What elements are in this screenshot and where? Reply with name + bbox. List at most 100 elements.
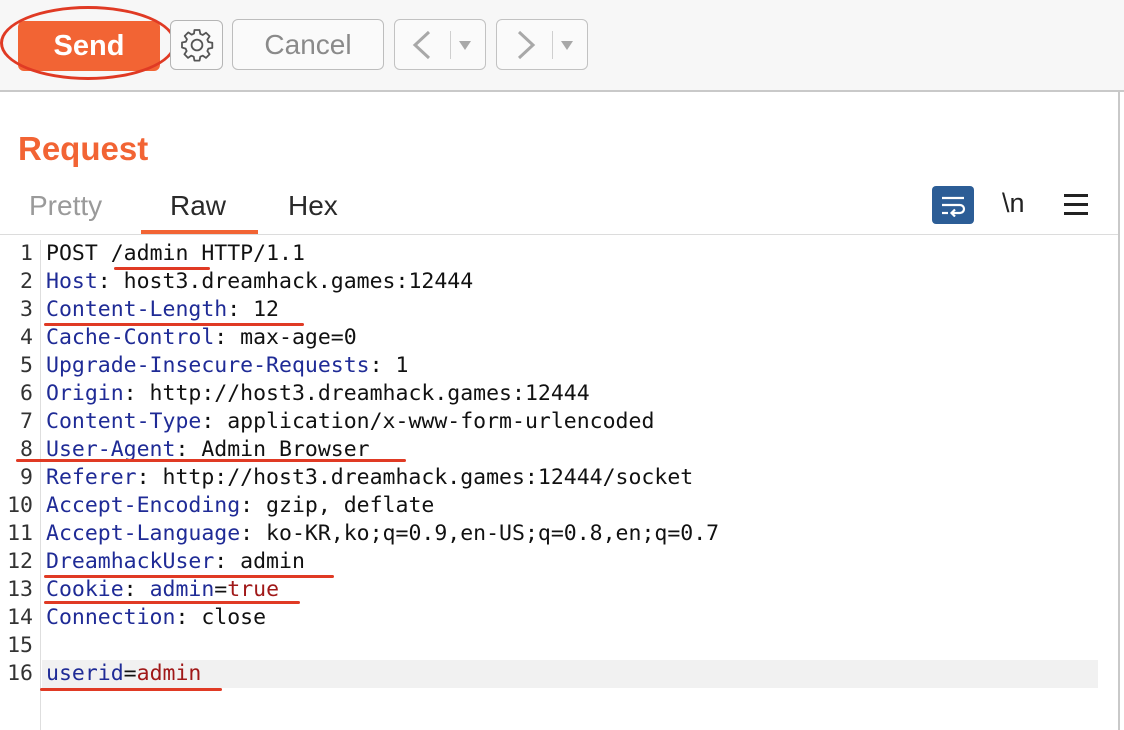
token-text: HTTP/1.1: [188, 241, 305, 266]
tab-hex[interactable]: Hex: [288, 190, 338, 222]
line-number: 3: [20, 297, 33, 322]
line-content: POST /admin HTTP/1.1: [46, 240, 305, 268]
code-line[interactable]: 12 DreamhackUser: admin: [0, 548, 1118, 576]
code-line[interactable]: 2 Host: host3.dreamhack.games:12444: [0, 268, 1118, 296]
code-line[interactable]: 13 Cookie: admin=true: [0, 576, 1118, 604]
wrap-lines-icon: [942, 196, 966, 217]
gear-icon: [180, 29, 213, 62]
token-name: Referer: [46, 465, 137, 490]
annotation-underline: [44, 323, 304, 326]
code-line[interactable]: 14 Connection: close: [0, 604, 1118, 632]
line-content: Origin: http://host3.dreamhack.games:124…: [46, 380, 590, 408]
request-title: Request: [18, 130, 149, 167]
code-line[interactable]: 1 POST /admin HTTP/1.1: [0, 240, 1118, 268]
line-content: Accept-Encoding: gzip, deflate: [46, 492, 434, 520]
line-content: Content-Length: 12: [46, 296, 279, 324]
token-value: admin: [136, 661, 202, 686]
menu-icon[interactable]: [1064, 194, 1090, 216]
token-text: : 1: [369, 353, 409, 378]
annotation-underline: [16, 459, 406, 462]
line-number: 12: [7, 549, 33, 574]
tab-pretty[interactable]: Pretty: [29, 190, 102, 222]
token-text: /admin: [110, 241, 189, 266]
line-number: 11: [7, 521, 33, 546]
annotation-underline: [44, 575, 334, 578]
line-number: 7: [20, 409, 33, 434]
token-name: userid: [46, 661, 124, 686]
code-line[interactable]: 6 Origin: http://host3.dreamhack.games:12…: [0, 380, 1118, 408]
token-text: : 12: [227, 297, 279, 322]
request-editor[interactable]: 1 POST /admin HTTP/1.1 2 Host: host3.dreamh…: [0, 240, 1118, 730]
forward-button[interactable]: [496, 19, 588, 70]
show-newlines-button[interactable]: \n: [1002, 188, 1025, 219]
token-text: POST: [46, 241, 111, 266]
line-number: 13: [7, 577, 33, 602]
token-text: : host3.dreamhack.games:12444: [97, 269, 474, 294]
line-content: DreamhackUser: admin: [46, 548, 305, 576]
token-text: : http://host3.dreamhack.games:12444/soc…: [136, 465, 694, 490]
token-name: Accept-Language: [46, 521, 241, 546]
token-name: Origin: [46, 381, 124, 406]
token-text: : admin: [214, 549, 305, 574]
line-number: 15: [7, 633, 33, 658]
line-number: 4: [20, 325, 33, 350]
annotation-underline: [114, 267, 210, 270]
code-line[interactable]: 10 Accept-Encoding: gzip, deflate: [0, 492, 1118, 520]
panel-border: [1118, 92, 1120, 730]
chevron-left-icon: [412, 30, 431, 60]
token-name: Content-Length: [46, 297, 228, 322]
code-line[interactable]: 15: [0, 632, 1118, 660]
annotation-underline: [44, 601, 300, 604]
cancel-button[interactable]: Cancel: [232, 19, 384, 70]
token-text: : gzip, deflate: [240, 493, 435, 518]
token-name: Cache-Control: [46, 325, 215, 350]
line-content: Accept-Language: ko-KR,ko;q=0.9,en-US;q=…: [46, 520, 719, 548]
token-name: admin: [149, 577, 215, 602]
line-number: 10: [7, 493, 33, 518]
line-number: 2: [20, 269, 33, 294]
send-button[interactable]: Send: [18, 21, 160, 71]
token-text: : http://host3.dreamhack.games:12444: [123, 381, 590, 406]
back-button[interactable]: [394, 19, 486, 70]
chevron-down-icon[interactable]: [559, 38, 575, 52]
token-text: : ko-KR,ko;q=0.9,en-US;q=0.8,en;q=0.7: [240, 521, 720, 546]
line-number: 14: [7, 605, 33, 630]
code-line[interactable]: 11 Accept-Language: ko-KR,ko;q=0.9,en-US;…: [0, 520, 1118, 548]
line-number: 5: [20, 353, 33, 378]
line-number: 9: [20, 465, 33, 490]
code-line[interactable]: 7 Content-Type: application/x-www-form-ur…: [0, 408, 1118, 436]
token-name: Upgrade-Insecure-Requests: [46, 353, 370, 378]
token-text: =: [123, 661, 137, 686]
token-name: Host: [46, 269, 98, 294]
line-content: Upgrade-Insecure-Requests: 1: [46, 352, 408, 380]
token-name: Cookie: [46, 577, 124, 602]
line-number: 1: [20, 241, 33, 266]
divider: [450, 31, 451, 59]
line-content: Referer: http://host3.dreamhack.games:12…: [46, 464, 693, 492]
line-content: Cache-Control: max-age=0: [46, 324, 357, 352]
wrap-lines-button[interactable]: [932, 186, 974, 224]
token-value: true: [227, 577, 280, 602]
code-line[interactable]: 9 Referer: http://host3.dreamhack.games:1…: [0, 464, 1118, 492]
annotation-underline: [40, 688, 222, 691]
code-line[interactable]: 4 Cache-Control: max-age=0: [0, 324, 1118, 352]
chevron-right-icon: [517, 30, 536, 60]
settings-button[interactable]: [170, 20, 223, 70]
line-content: Content-Type: application/x-www-form-url…: [46, 408, 654, 436]
token-name: DreamhackUser: [46, 549, 215, 574]
code-line[interactable]: 5 Upgrade-Insecure-Requests: 1: [0, 352, 1118, 380]
code-line[interactable]: 3 Content-Length: 12: [0, 296, 1118, 324]
token-text: : close: [175, 605, 267, 630]
token-name: Connection: [46, 605, 176, 630]
line-content: Host: host3.dreamhack.games:12444: [46, 268, 473, 296]
line-content: userid=admin: [46, 660, 201, 688]
token-text: : max-age=0: [214, 325, 357, 350]
token-name: Accept-Encoding: [46, 493, 241, 518]
tabs-divider: [0, 234, 1118, 235]
toolbar: Send Cancel: [0, 0, 1124, 92]
token-name: Content-Type: [46, 409, 202, 434]
tab-raw[interactable]: Raw: [170, 190, 226, 222]
token-text: =: [214, 577, 228, 602]
chevron-down-icon[interactable]: [457, 38, 473, 52]
code-line[interactable]: 16 userid=admin: [7, 660, 1098, 688]
